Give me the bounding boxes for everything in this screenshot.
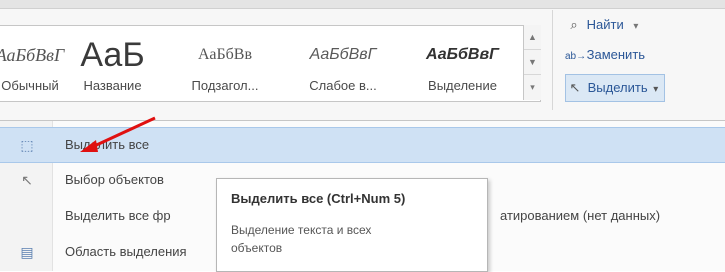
style-subtle-emphasis-label: Слабое в... [309, 78, 377, 93]
style-title-label: Название [83, 78, 142, 93]
style-normal[interactable]: АаБбВвГ Обычный [0, 26, 70, 101]
replace-icon: ab→ [565, 51, 587, 62]
selection-pane-icon: ▤ [20, 244, 34, 260]
tooltip-title: Выделить все (Ctrl+Num 5) [231, 191, 406, 206]
replace-button[interactable]: ab→ Заменить [565, 42, 645, 68]
style-normal-sample: АаБбВвГ [0, 45, 65, 65]
binoculars-icon: ⌕ [570, 17, 578, 32]
style-subtle-emphasis-sample: АаБбВвГ [309, 46, 377, 63]
style-title-sample: АаБ [80, 36, 145, 74]
gallery-scrollbar[interactable]: ▲ ▼ ▾ [523, 25, 541, 100]
window-top-strip [0, 0, 725, 9]
gallery-more-icon[interactable]: ▾ [524, 75, 541, 99]
menu-item-label: Область выделения [65, 244, 187, 259]
tooltip-description: Выделение текста и всех объектов [231, 223, 372, 255]
menu-item-select-all[interactable]: ⬚ Выделить все [0, 127, 725, 163]
replace-label: Заменить [586, 47, 646, 62]
style-normal-label: Обычный [1, 78, 59, 93]
style-subtitle[interactable]: АаБбВв Подзагол... [170, 26, 280, 101]
ribbon-divider [552, 10, 553, 110]
chevron-down-icon: ▾ [633, 21, 639, 32]
menu-item-label: Выбор объектов [65, 172, 164, 187]
find-button[interactable]: ⌕ Найти ▾ [565, 12, 638, 38]
select-all-tooltip: Выделить все (Ctrl+Num 5) Выделение текс… [216, 178, 488, 272]
style-subtle-emphasis[interactable]: АаБбВвГ Слабое в... [288, 26, 398, 101]
chevron-up-icon[interactable]: ▲ [524, 25, 541, 50]
menu-item-label: Выделить все [65, 137, 150, 152]
style-title[interactable]: АаБ Название [70, 26, 155, 101]
find-label: Найти [586, 17, 624, 32]
select-label: Выделить [587, 80, 648, 95]
menu-item-label-trail: атированием (нет данных) [500, 208, 661, 223]
chevron-down-icon: ▾ [653, 84, 659, 95]
style-emphasis-sample: АаБбВвГ [426, 46, 499, 63]
cursor-arrow-icon: ↖ [21, 172, 33, 188]
style-emphasis-label: Выделение [428, 78, 497, 93]
select-button[interactable]: ↖ Выделить ▾ [565, 74, 666, 102]
menu-item-label: Выделить все фр [65, 208, 171, 223]
style-subtitle-sample: АаБбВв [198, 46, 252, 63]
cursor-arrow-icon: ↖ [569, 80, 581, 95]
select-all-icon: ⬚ [20, 137, 34, 153]
styles-gallery: АаБбВвГ Обычный АаБ Название АаБбВв Подз… [0, 25, 541, 102]
style-emphasis[interactable]: АаБбВвГ Выделение [405, 26, 520, 101]
chevron-down-icon[interactable]: ▼ [524, 50, 541, 75]
style-subtitle-label: Подзагол... [191, 78, 259, 93]
